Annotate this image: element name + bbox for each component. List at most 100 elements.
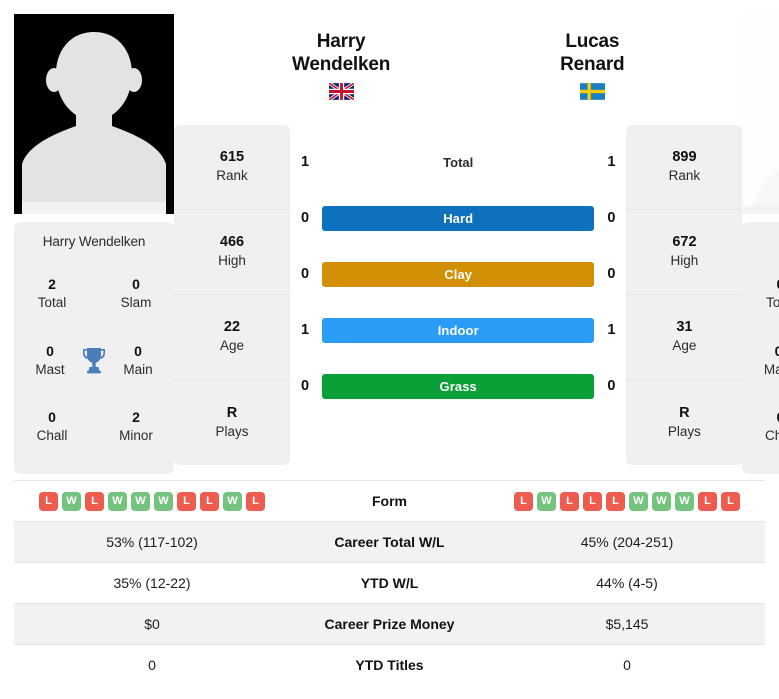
- h2h-left-count: 0: [300, 266, 310, 282]
- form-badge-win[interactable]: W: [131, 491, 150, 511]
- left-career-prize-money: $0: [144, 616, 160, 632]
- table-row-form: LWLWWWLLWL Form LWLLLWWWLL: [14, 480, 765, 522]
- table-row-career-prize-money: $0 Career Prize Money $5,145: [14, 603, 765, 645]
- row-label-career-total-wl: Career Total W/L: [334, 534, 445, 550]
- left-player-card-name: Harry Wendelken: [42, 234, 146, 249]
- form-badge-loss[interactable]: L: [514, 491, 533, 511]
- title-label: Chall: [765, 428, 779, 443]
- right-player-column: Lucas Renard 0 Total 0 Slam: [742, 14, 779, 474]
- stat-cell-rank: 899 Rank: [626, 125, 743, 210]
- left-player-name-block[interactable]: Harry Wendelken: [292, 14, 390, 101]
- left-form-cell: LWLWWWLLWL: [14, 481, 290, 522]
- form-badge-win[interactable]: W: [675, 491, 694, 511]
- h2h-right-count: 0: [607, 378, 616, 394]
- form-badge-loss[interactable]: L: [560, 491, 579, 511]
- right-player-name-block[interactable]: Lucas Renard: [560, 14, 625, 101]
- stat-cell-plays: R Plays: [626, 380, 742, 465]
- uk-flag-icon: [328, 83, 354, 101]
- right-ytd-titles: 0: [623, 657, 631, 674]
- titles-row: 0 Mast: [22, 343, 166, 378]
- form-badge-loss[interactable]: L: [85, 491, 104, 511]
- right-player-stat-stack: 899 Rank 672 High 31 Age R Plays: [626, 125, 743, 465]
- h2h-row-indoor: 1 Indoor 1: [292, 302, 624, 358]
- right-career-total-wl: 45% (204-251): [580, 534, 674, 550]
- title-value: 0: [750, 409, 779, 427]
- trophy-icon: [78, 343, 110, 377]
- right-career-prize-money: $5,145: [605, 616, 649, 632]
- left-career-total-wl: 53% (117-102): [106, 534, 198, 550]
- player-names-row: Harry Wendelken Lucas Renard: [292, 14, 625, 114]
- title-label: Chall: [36, 428, 68, 443]
- form-badge-loss[interactable]: L: [177, 491, 196, 511]
- form-badge-loss[interactable]: L: [200, 491, 219, 511]
- title-label: Mast: [763, 361, 779, 377]
- titles-row: 0 Chall 2 Minor: [22, 409, 166, 444]
- h2h-left-count: 1: [300, 154, 310, 170]
- h2h-row-clay: 0 Clay 0: [292, 246, 624, 302]
- stat-label: High: [670, 253, 699, 269]
- h2h-left-count: 0: [300, 378, 310, 394]
- surface-pill-indoor[interactable]: Indoor: [322, 317, 595, 343]
- stat-label: Age: [219, 338, 245, 354]
- form-badge-loss[interactable]: L: [698, 491, 717, 511]
- left-player-titles-card: Harry Wendelken 2 Total 0 Slam 0 Mast 0 …: [14, 222, 174, 474]
- right-player-name: Lucas Renard: [560, 31, 625, 76]
- table-row-ytd-wl: 35% (12-22) YTD W/L 44% (4-5): [14, 562, 765, 604]
- headshot-photo: [742, 14, 779, 214]
- stat-label: Rank: [216, 168, 248, 184]
- form-badge-win[interactable]: W: [154, 491, 173, 511]
- stat-label: High: [218, 253, 246, 269]
- row-label-ytd-titles: YTD Titles: [355, 657, 424, 674]
- left-player-column: Harry Wendelken 2 Total 0 Slam 0 Mast 0 …: [14, 14, 174, 474]
- stat-value: 22: [223, 319, 241, 336]
- h2h-row-total: 1 Total 1: [292, 134, 624, 190]
- titles-row: 0 Total 0 Slam: [750, 276, 779, 311]
- form-badge-loss[interactable]: L: [583, 491, 602, 511]
- h2h-left-count: 0: [300, 210, 310, 226]
- left-player-first-name: Harry: [316, 31, 366, 52]
- title-cell-total: 0 Total: [750, 276, 779, 311]
- left-player-photo: [14, 14, 174, 214]
- surface-pill-hard[interactable]: Hard: [322, 205, 595, 231]
- surface-pill-clay[interactable]: Clay: [322, 261, 595, 287]
- stat-label: Plays: [667, 423, 701, 439]
- sweden-flag-icon: [579, 83, 605, 101]
- h2h-row-grass: 0 Grass 0: [292, 358, 624, 414]
- form-badge-win[interactable]: W: [537, 491, 556, 511]
- titles-row: 0 Chall 0 Minor: [750, 409, 779, 444]
- title-value: 0: [134, 342, 142, 359]
- form-badge-win[interactable]: W: [62, 491, 81, 511]
- right-player-photo: [742, 14, 779, 214]
- stat-label: Age: [672, 338, 697, 354]
- form-badge-win[interactable]: W: [652, 491, 671, 511]
- right-titles-grid: 0 Total 0 Slam 0 Mast: [750, 261, 779, 460]
- title-label: Minor: [119, 428, 153, 443]
- form-badge-loss[interactable]: L: [39, 491, 58, 511]
- form-badge-loss[interactable]: L: [606, 491, 625, 511]
- title-cell-slam: 0 Slam: [106, 276, 166, 311]
- stat-cell-plays: R Plays: [174, 380, 290, 465]
- stat-label: Plays: [215, 423, 249, 439]
- form-badge-win[interactable]: W: [108, 491, 127, 511]
- title-value: 2: [132, 409, 140, 426]
- title-value: 0: [48, 409, 56, 426]
- stat-value: R: [226, 404, 238, 421]
- title-cell-mast: 0 Mast: [750, 343, 779, 378]
- stat-value: 466: [219, 234, 245, 251]
- table-row-ytd-titles: 0 YTD Titles 0: [14, 644, 765, 686]
- form-badge-loss[interactable]: L: [721, 491, 740, 511]
- form-badge-win[interactable]: W: [223, 491, 242, 511]
- title-label: Mast: [35, 361, 65, 377]
- left-player-stat-stack: 615 Rank 466 High 22 Age R Plays: [174, 125, 290, 465]
- form-badge-win[interactable]: W: [629, 491, 648, 511]
- table-row-career-total-wl: 53% (117-102) Career Total W/L 45% (204-…: [14, 521, 765, 563]
- title-value: 0: [132, 276, 140, 293]
- stat-cell-high: 672 High: [626, 210, 743, 295]
- title-cell-main: 0 Main: [110, 343, 166, 378]
- form-badge-loss[interactable]: L: [246, 491, 265, 511]
- right-ytd-wl: 44% (4-5): [596, 575, 658, 591]
- title-cell-total: 2 Total: [22, 276, 82, 311]
- surface-pill-grass[interactable]: Grass: [322, 373, 595, 399]
- player-comparison-page: Harry Wendelken 2 Total 0 Slam 0 Mast 0 …: [0, 0, 779, 699]
- title-value: 0: [750, 276, 779, 294]
